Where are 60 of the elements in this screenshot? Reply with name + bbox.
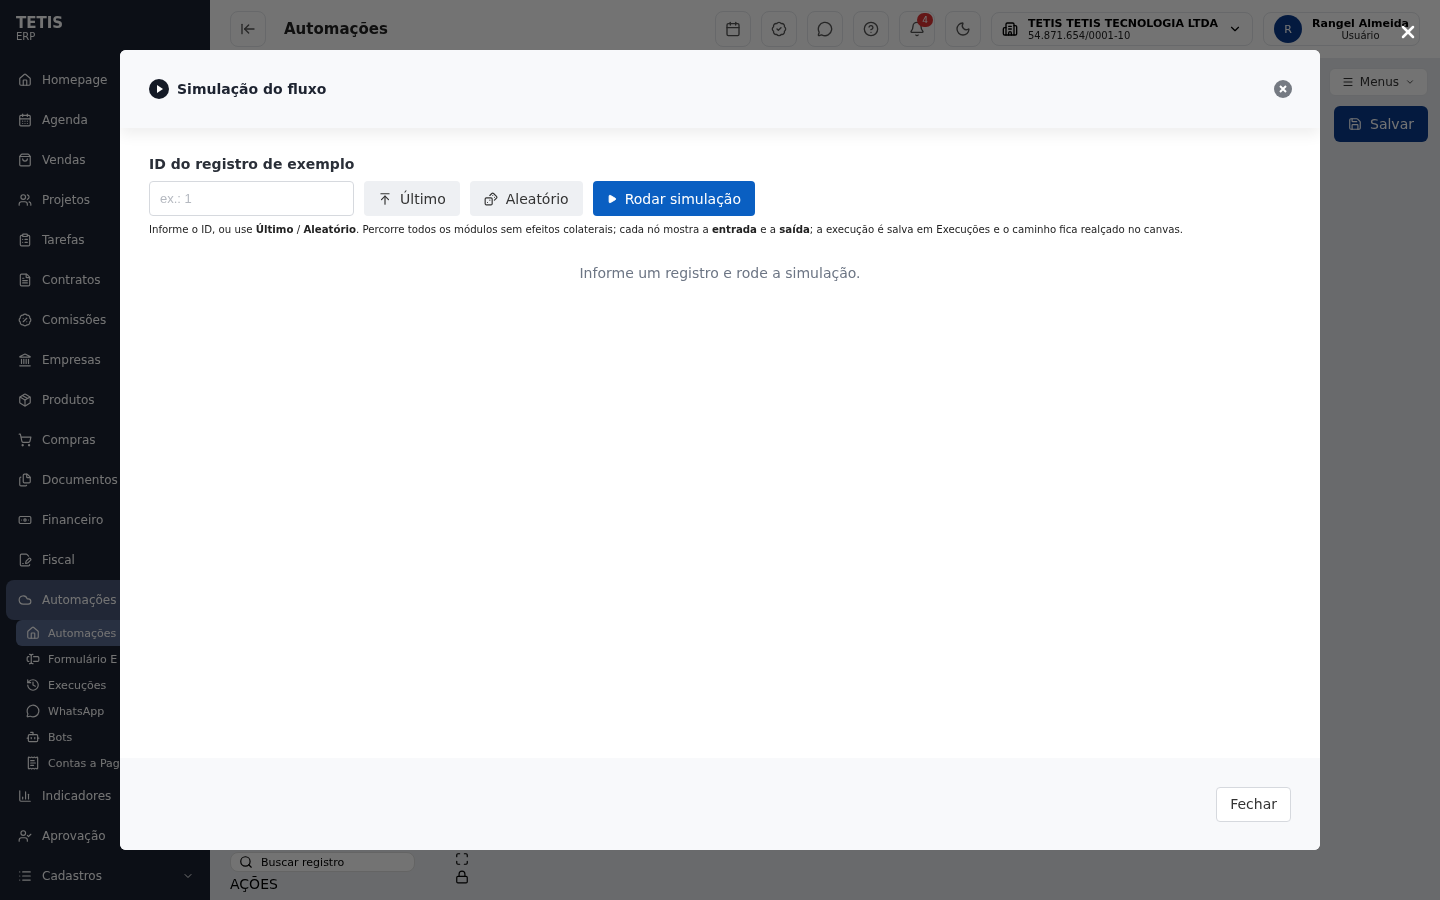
record-id-field[interactable]: ex.: 1 (149, 181, 354, 216)
sidebar-item[interactable]: Contratos (6, 260, 204, 300)
arrow-left-icon (240, 21, 256, 37)
badge-check-icon (770, 21, 787, 37)
moon-icon (954, 21, 971, 37)
menus-button[interactable]: Menus (1328, 68, 1428, 96)
logo-name: TETIS (16, 16, 65, 31)
sidebar-item[interactable]: Empresas (6, 340, 204, 380)
sidebar-subitem[interactable]: Execuções (16, 672, 210, 698)
caret-icon (1405, 77, 1415, 87)
help-icon (862, 21, 879, 37)
save-button[interactable]: Salvar (1334, 106, 1428, 142)
notification-count: 4 (917, 13, 933, 27)
collapse-button[interactable] (230, 11, 266, 47)
empty-state-text: Informe um registro e rode a simulação. (578, 265, 862, 281)
sidebar-subitem[interactable]: Contas a Pag (16, 750, 210, 776)
dialog-title: Simulação do fluxo (177, 81, 328, 97)
save-icon (1348, 117, 1362, 131)
page-title: Automações (284, 20, 389, 38)
sidebar-item[interactable]: Comissões (6, 300, 204, 340)
theme-button[interactable] (944, 11, 981, 47)
company-selector[interactable]: TETIS TETIS TECNOLOGIA LTDA 54.871.654/0001-10 (990, 12, 1254, 46)
section-heading: AÇÕES (230, 876, 279, 892)
logo-subtitle: ERP (16, 31, 37, 42)
help-button[interactable] (852, 11, 889, 47)
dice-icon (483, 191, 498, 206)
close-dialog-button[interactable]: Fechar (1216, 786, 1291, 822)
play-icon (149, 79, 169, 99)
sidebar-item[interactable]: Agenda (6, 100, 204, 140)
calendar-icon (724, 21, 741, 37)
chat-button[interactable] (806, 11, 843, 47)
sidebar-item[interactable]: Documentos (6, 460, 204, 500)
building-icon (1001, 21, 1018, 37)
last-button[interactable]: Último (364, 181, 460, 216)
sidebar-item[interactable]: Produtos (6, 380, 204, 420)
random-button[interactable]: Aleatório (469, 181, 583, 216)
sidebar-item[interactable]: Aprovação (6, 816, 204, 856)
search-icon (239, 855, 253, 869)
sidebar-item[interactable]: Fiscal (6, 540, 204, 580)
sidebar-subitem[interactable]: WhatsApp (16, 698, 210, 724)
badge-check-button[interactable] (760, 11, 797, 47)
play-icon (606, 193, 617, 204)
lock-icon[interactable] (455, 870, 469, 884)
chat-bubble-icon (816, 21, 833, 37)
sidebar-item[interactable]: Financeiro (6, 500, 204, 540)
calendar-button[interactable] (714, 11, 751, 47)
bell-icon (908, 21, 925, 37)
sidebar-subitem[interactable]: Formulário E (16, 646, 210, 672)
notifications-button[interactable]: 4 (898, 11, 935, 47)
sidebar-subitem[interactable]: Bots (16, 724, 210, 750)
help-text: Informe o ID, ou use Último / Aleatório. Percorre todos os módulos sem efeitos colaterais; cada nó mostra a entrada e a saída; a execução é salva em Execuções e o caminho fica realçado no canvas. (149, 224, 1184, 235)
run-simulation-button[interactable]: Rodar simulação (592, 181, 755, 216)
sidebar-item[interactable]: Cadastros (6, 856, 204, 896)
fullscreen-icon[interactable] (455, 852, 469, 866)
user-menu[interactable]: R Rangel Almeida Usuário (1263, 12, 1420, 46)
field-label: ID do registro de exemplo (149, 156, 356, 172)
sidebar-item[interactable]: Indicadores (6, 776, 204, 816)
sidebar-item[interactable]: Compras (6, 420, 204, 460)
search-record-button[interactable]: Buscar registro (230, 852, 415, 872)
arrow-up-icon (378, 191, 392, 206)
